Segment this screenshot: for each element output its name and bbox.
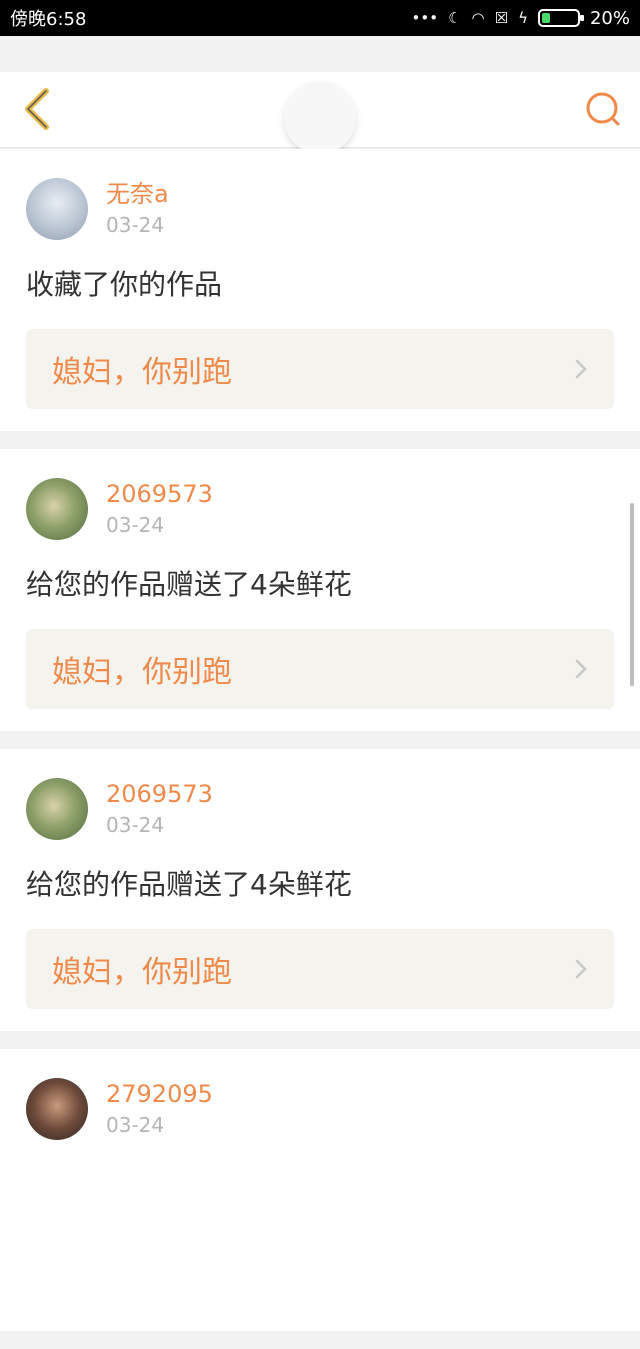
status-icons: ••• ☾ ◠ ☒ ϟ 20%: [412, 8, 630, 29]
chevron-right-icon: [575, 959, 587, 979]
notification-date: 03-24: [106, 213, 165, 237]
notification-date: 03-24: [106, 813, 165, 837]
avatar[interactable]: [26, 778, 88, 840]
work-title: 媳妇，你别跑: [52, 355, 232, 390]
work-link[interactable]: 媳妇，你别跑: [26, 629, 614, 709]
search-button[interactable]: [580, 86, 626, 132]
sim-off-icon: ☒: [494, 9, 509, 27]
notification-text: 收藏了你的作品: [26, 268, 223, 301]
notification-text: 给您的作品赠送了4朵鲜花: [26, 868, 352, 901]
work-title: 媳妇，你别跑: [52, 955, 232, 990]
moon-icon: ☾: [448, 9, 462, 27]
work-link[interactable]: 媳妇，你别跑: [26, 329, 614, 409]
more-dots-icon: •••: [411, 9, 439, 27]
work-link[interactable]: 媳妇，你别跑: [26, 929, 614, 1009]
loading-bubble: [284, 82, 356, 154]
notification-date: 03-24: [106, 1113, 165, 1137]
back-button[interactable]: [14, 86, 60, 132]
charging-icon: ϟ: [518, 9, 528, 27]
status-time: 傍晚6:58: [10, 9, 87, 30]
battery-percent: 20%: [589, 7, 630, 29]
username[interactable]: 2792095: [106, 1078, 213, 1110]
avatar[interactable]: [26, 178, 88, 240]
wifi-icon: ◠: [471, 9, 485, 27]
battery-icon: [537, 9, 584, 27]
status-bar: 傍晚6:58 ••• ☾ ◠ ☒ ϟ 20%: [0, 0, 640, 36]
notification-card: 2792095 03-24: [0, 1049, 640, 1331]
notification-card: 2069573 03-24 给您的作品赠送了4朵鲜花 媳妇，你别跑: [0, 749, 640, 1031]
work-title: 媳妇，你别跑: [52, 655, 232, 690]
notification-card: 2069573 03-24 给您的作品赠送了4朵鲜花 媳妇，你别跑: [0, 449, 640, 731]
notification-text: 给您的作品赠送了4朵鲜花: [26, 568, 352, 601]
avatar[interactable]: [26, 1078, 88, 1140]
search-icon: [586, 92, 620, 126]
chevron-right-icon: [575, 659, 587, 679]
username[interactable]: 2069573: [106, 778, 213, 810]
chevron-left-icon: [25, 88, 49, 130]
notification-list: 无奈a 03-24 收藏了你的作品 媳妇，你别跑 2069573 03-24 给…: [0, 149, 640, 1349]
scrollbar[interactable]: [630, 503, 634, 686]
notification-date: 03-24: [106, 513, 165, 537]
avatar[interactable]: [26, 478, 88, 540]
top-gap: [0, 36, 640, 72]
username[interactable]: 无奈a: [106, 178, 169, 210]
chevron-right-icon: [575, 359, 587, 379]
notification-card: 无奈a 03-24 收藏了你的作品 媳妇，你别跑: [0, 149, 640, 431]
username[interactable]: 2069573: [106, 478, 213, 510]
